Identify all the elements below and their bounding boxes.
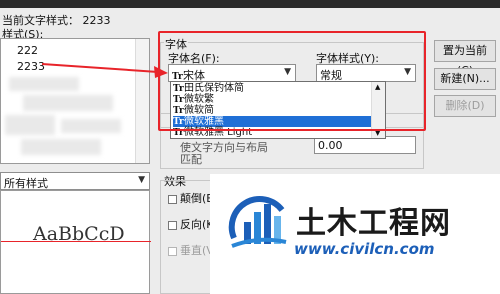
style-filter-select[interactable]: 所有样式 ▼	[0, 172, 150, 190]
blurred-style-item	[5, 115, 55, 135]
new-style-button[interactable]: 新建(N)...	[434, 68, 496, 90]
style-filter-value: 所有样式	[4, 177, 48, 190]
chevron-down-icon: ▼	[138, 175, 145, 185]
logo-icon	[228, 196, 287, 248]
styles-list[interactable]: 222 2233	[0, 38, 150, 164]
checkbox-icon[interactable]	[168, 246, 177, 256]
watermark-url: www.civilcn.com	[294, 240, 435, 258]
blurred-style-item	[21, 139, 101, 155]
highlight-box	[158, 31, 426, 131]
preview-text: AaBbCcD	[33, 223, 125, 245]
set-current-button[interactable]: 置为当前(C)	[434, 40, 496, 77]
upside-down-checkbox[interactable]: 颠倒(E	[168, 190, 213, 206]
watermark-overlay: 土木工程网 www.civilcn.com	[210, 174, 500, 294]
preview-box: AaBbCcD	[0, 190, 151, 294]
vertical-checkbox[interactable]: 垂直(V	[168, 242, 214, 258]
watermark-title: 土木工程网	[296, 206, 451, 241]
height-value: 0.00	[318, 139, 343, 152]
checkbox-icon[interactable]	[168, 194, 177, 204]
backwards-checkbox[interactable]: 反向(K	[168, 216, 214, 232]
blurred-style-item	[23, 95, 113, 111]
checkbox-icon[interactable]	[168, 220, 177, 230]
annotative-label-2: 匹配	[180, 153, 202, 166]
style-item-222[interactable]: 222	[17, 44, 38, 57]
delete-style-button[interactable]: 删除(D)	[434, 95, 496, 117]
red-arrow-icon	[41, 63, 168, 78]
blurred-style-item	[61, 119, 121, 133]
current-style-value: 2233	[82, 14, 111, 27]
window-title-bar	[0, 0, 500, 8]
